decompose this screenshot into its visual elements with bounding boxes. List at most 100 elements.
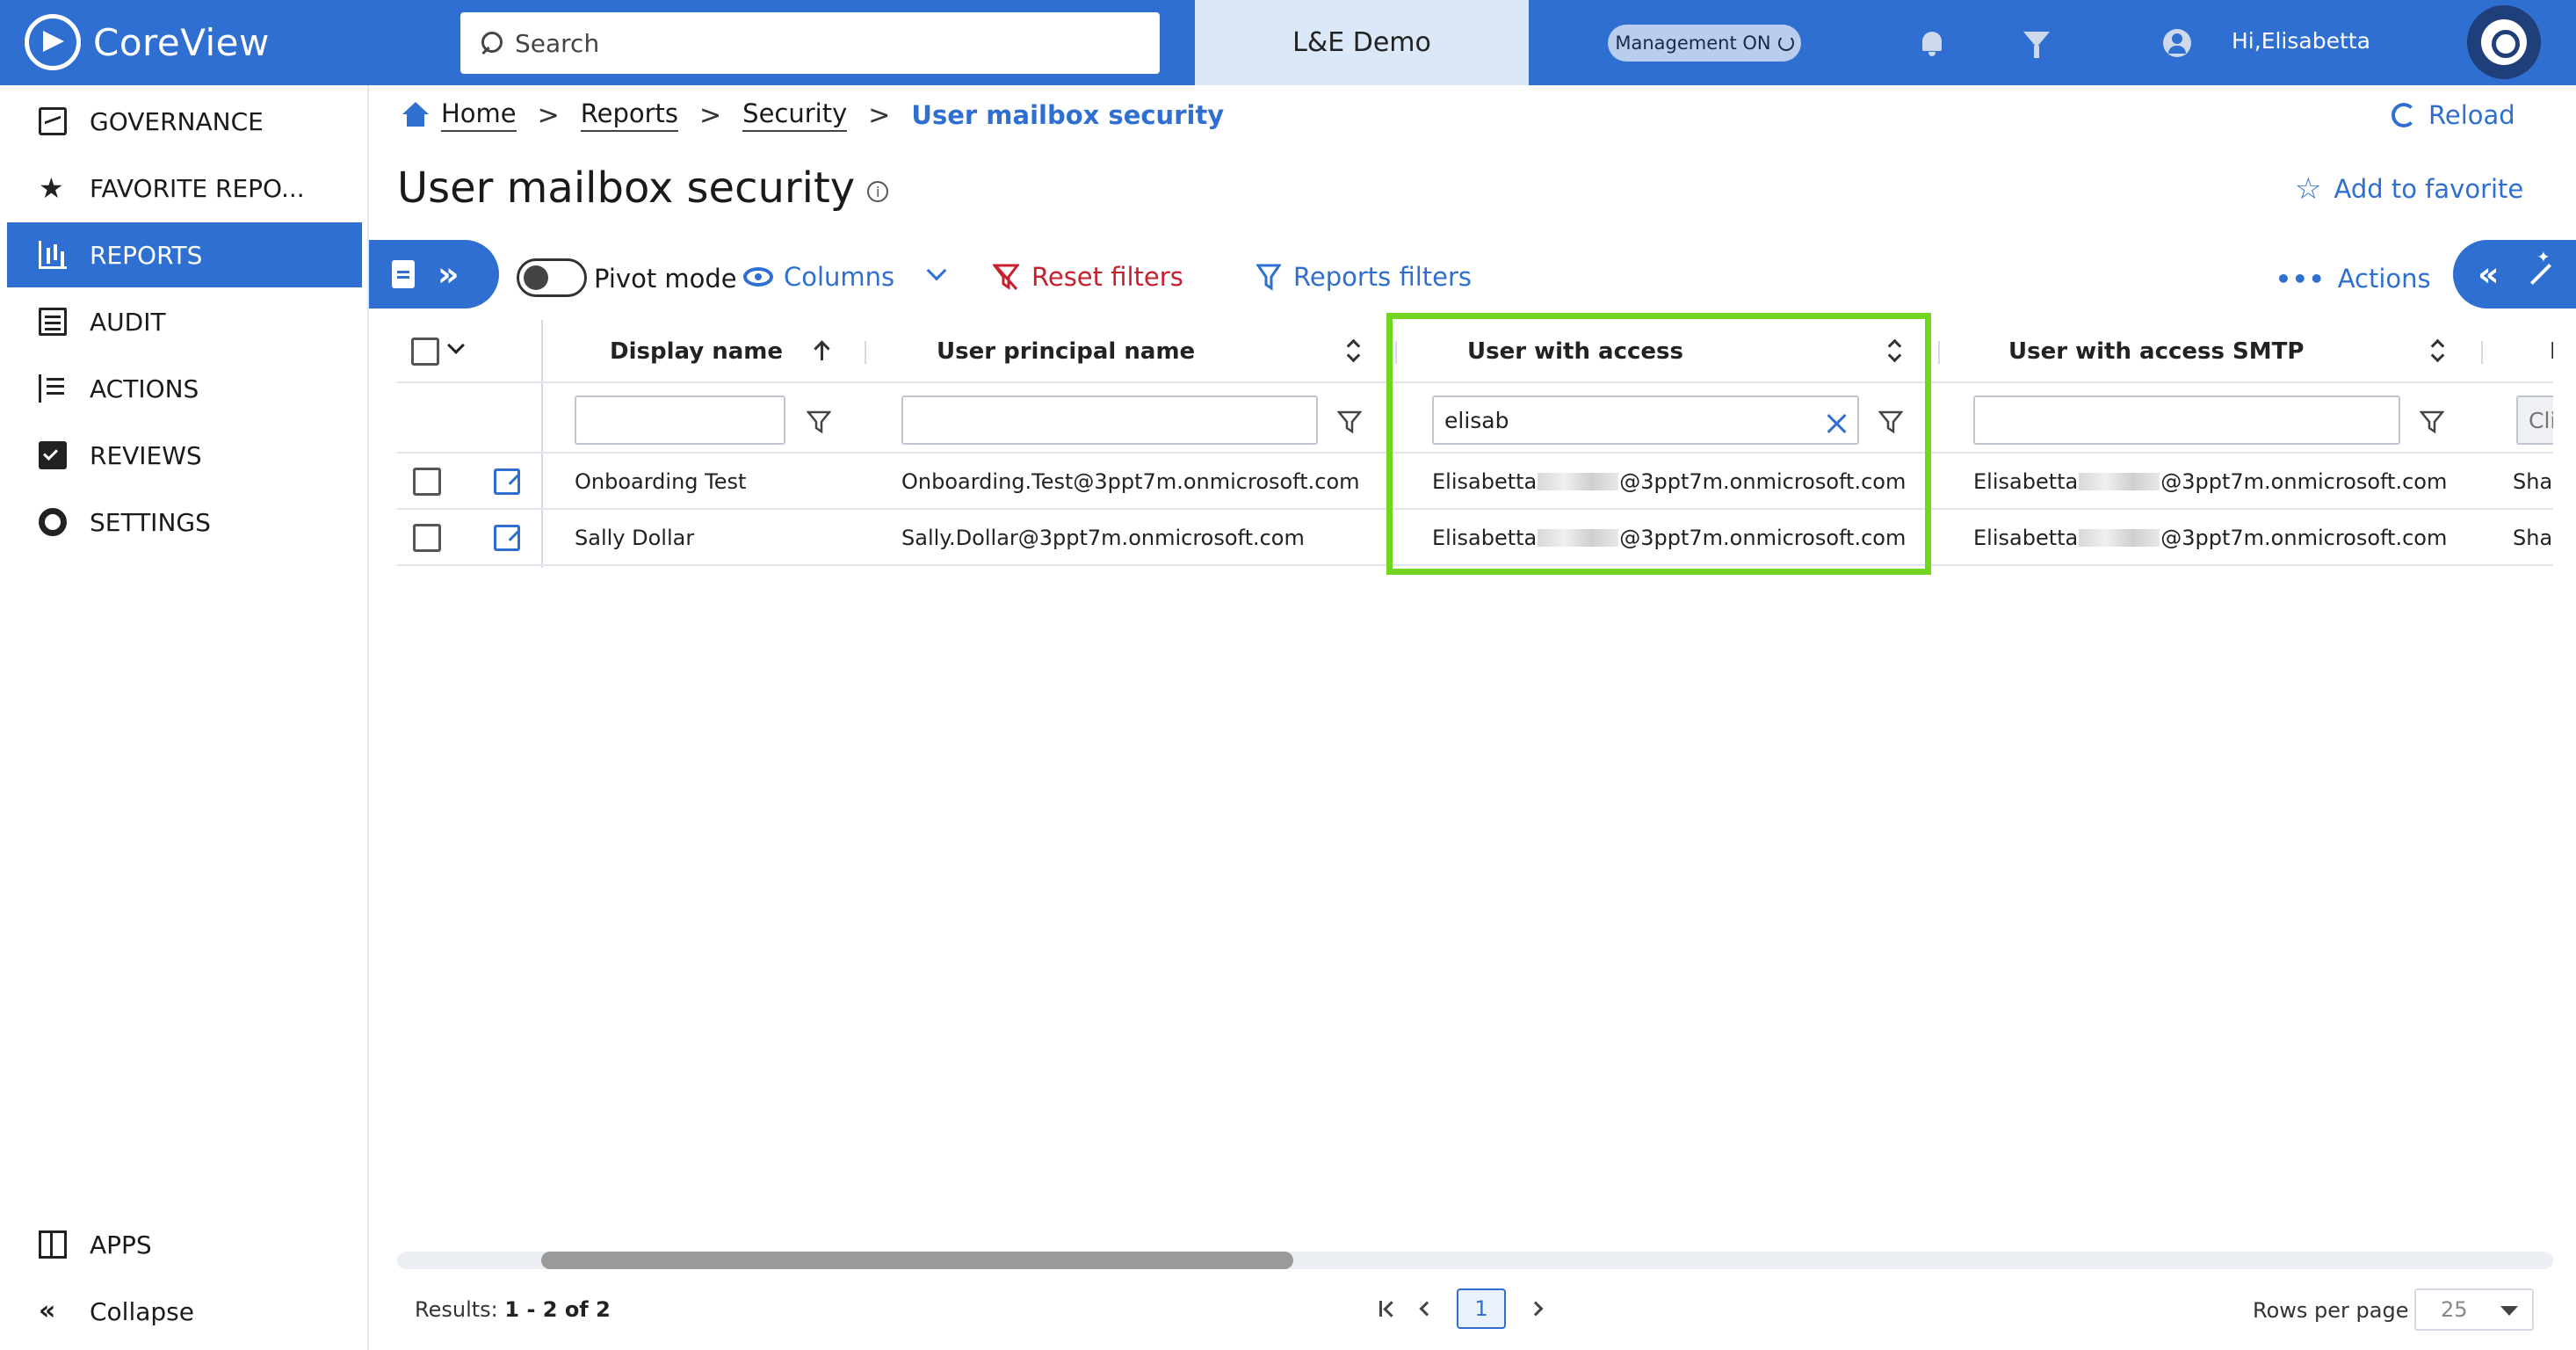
pagination: 1: [1379, 1288, 1544, 1329]
column-resize-handle[interactable]: [1938, 341, 1940, 364]
double-chevron-right-icon[interactable]: »: [438, 258, 459, 291]
grid-filter-row: [397, 383, 2553, 454]
actions-menu-button[interactable]: ••• Actions: [2276, 264, 2431, 294]
reset-filters-button[interactable]: Reset filters: [991, 262, 1183, 292]
breadcrumb-home[interactable]: Home: [441, 98, 517, 132]
global-search[interactable]: [460, 12, 1160, 74]
cell-text: @3ppt7m.onmicrosoft.com: [2160, 469, 2448, 494]
sidebar-item-favorite-reports[interactable]: ★ FAVORITE REPO...: [7, 156, 362, 221]
cell-user-with-access-smtp: Elisabetta @3ppt7m.onmicrosoft.com: [1973, 454, 2447, 510]
breadcrumb-reports[interactable]: Reports: [580, 98, 679, 132]
next-column-filter-input[interactable]: [2516, 396, 2553, 445]
columns-button[interactable]: Columns: [743, 262, 894, 292]
select-all-checkbox[interactable]: [411, 338, 439, 366]
display-name-filter-input[interactable]: [575, 396, 785, 445]
sidebar-item-audit[interactable]: AUDIT: [7, 289, 362, 354]
add-to-favorite-label: Add to favorite: [2334, 174, 2524, 204]
page-title-text: User mailbox security: [397, 163, 856, 213]
double-chevron-left-icon[interactable]: «: [2478, 258, 2500, 291]
row-checkbox[interactable]: [413, 468, 441, 496]
sort-icon[interactable]: [1346, 339, 1360, 362]
open-external-icon[interactable]: [494, 468, 520, 495]
sidebar-item-reports[interactable]: REPORTS: [7, 222, 362, 287]
columns-label: Columns: [784, 262, 895, 292]
tenant-selector[interactable]: L&E Demo: [1195, 0, 1529, 85]
magic-wand-icon[interactable]: [2529, 263, 2551, 286]
column-resize-handle[interactable]: [865, 341, 866, 364]
sidebar-item-reviews[interactable]: REVIEWS: [7, 423, 362, 488]
cell-next: Shar: [2513, 469, 2553, 494]
filter-icon[interactable]: [1337, 410, 1362, 434]
notifications-bell-icon[interactable]: [1919, 30, 1945, 56]
column-resize-handle[interactable]: [1395, 341, 1397, 364]
sidebar-item-label: AUDIT: [90, 307, 166, 337]
brand-name: CoreView: [93, 20, 270, 64]
column-header-display-name[interactable]: Display name: [610, 320, 783, 383]
sidebar: GOVERNANCE ★ FAVORITE REPO... REPORTS AU…: [0, 85, 369, 1350]
columns-chevron-down-icon[interactable]: [926, 260, 947, 281]
cell-text: Elisabetta: [1432, 469, 1538, 494]
user-with-access-smtp-filter-input[interactable]: [1973, 396, 2400, 445]
column-resize-handle[interactable]: [2481, 341, 2483, 364]
column-header-next[interactable]: I: [2550, 320, 2553, 383]
sort-ascending-icon[interactable]: [814, 339, 831, 362]
coreview-logo[interactable]: CoreView: [25, 14, 270, 70]
star-icon: ★: [39, 171, 64, 205]
cell-text: Elisabetta: [1973, 526, 2079, 550]
assistant-avatar[interactable]: [2467, 5, 2541, 79]
grid-header-row: Display name User principal name User wi…: [397, 320, 2553, 383]
chevron-left-icon[interactable]: [1419, 1301, 1435, 1317]
sidebar-item-label: SETTINGS: [90, 507, 211, 537]
reload-button[interactable]: Reload: [2391, 100, 2515, 130]
horizontal-scrollbar[interactable]: [397, 1252, 2553, 1269]
table-row[interactable]: Sally Dollar Sally.Dollar@3ppt7m.onmicro…: [397, 510, 2553, 566]
column-header-user-with-access[interactable]: User with access: [1467, 320, 1683, 383]
chevron-down-icon[interactable]: [447, 337, 465, 354]
chevron-right-icon[interactable]: [1528, 1301, 1544, 1317]
sidebar-collapse-button[interactable]: « Collapse: [7, 1279, 362, 1344]
sidebar-item-settings[interactable]: SETTINGS: [7, 490, 362, 555]
sort-icon[interactable]: [2430, 339, 2444, 362]
column-header-user-principal-name[interactable]: User principal name: [937, 320, 1195, 383]
rows-per-page-select[interactable]: 25: [2414, 1288, 2534, 1331]
user-with-access-filter-input[interactable]: [1432, 396, 1859, 445]
search-input[interactable]: [515, 28, 1130, 58]
cell-user-with-access: Elisabetta @3ppt7m.onmicrosoft.com: [1432, 454, 1906, 510]
filter-icon[interactable]: [1878, 410, 1903, 434]
info-icon[interactable]: i: [867, 181, 889, 202]
bar-chart-icon: [39, 241, 67, 269]
column-header-label: User principal name: [937, 338, 1196, 365]
user-account-icon[interactable]: [2163, 29, 2191, 57]
clear-filter-icon[interactable]: [1826, 412, 1849, 435]
column-header-label: I: [2550, 338, 2553, 365]
first-page-icon[interactable]: [1379, 1299, 1397, 1318]
eye-icon: [743, 267, 773, 287]
sidebar-item-governance[interactable]: GOVERNANCE: [7, 89, 362, 154]
filter-icon[interactable]: [807, 410, 831, 434]
management-toggle[interactable]: Management ON: [1608, 25, 1801, 62]
sidebar-item-actions[interactable]: ACTIONS: [7, 356, 362, 421]
pivot-mode-toggle[interactable]: [517, 258, 587, 297]
open-external-icon[interactable]: [494, 525, 520, 551]
home-icon[interactable]: [401, 102, 431, 128]
results-value: 1 - 2 of 2: [504, 1297, 611, 1322]
add-to-favorite-button[interactable]: ☆ Add to favorite: [2295, 174, 2523, 204]
reports-filters-button[interactable]: Reports filters: [1255, 262, 1472, 292]
sidebar-item-apps[interactable]: APPS: [7, 1212, 362, 1277]
breadcrumb-security[interactable]: Security: [742, 98, 848, 132]
more-dots-icon: •••: [2276, 264, 2326, 294]
document-icon[interactable]: [392, 260, 415, 288]
governance-icon: [39, 107, 67, 135]
user-greeting[interactable]: Hi,Elisabetta: [2232, 28, 2370, 54]
page-number-button[interactable]: 1: [1457, 1288, 1506, 1329]
breadcrumb: Home > Reports > Security > User mailbox…: [401, 98, 1224, 132]
upn-filter-input[interactable]: [901, 396, 1318, 445]
actions-icon: [39, 374, 67, 403]
filter-icon[interactable]: [2420, 410, 2444, 434]
global-filter-icon[interactable]: [2023, 32, 2050, 58]
scrollbar-thumb[interactable]: [541, 1252, 1293, 1269]
row-checkbox[interactable]: [413, 524, 441, 552]
column-header-user-with-access-smtp[interactable]: User with access SMTP: [2008, 320, 2304, 383]
table-row[interactable]: Onboarding Test Onboarding.Test@3ppt7m.o…: [397, 454, 2553, 510]
sort-icon[interactable]: [1887, 339, 1901, 362]
